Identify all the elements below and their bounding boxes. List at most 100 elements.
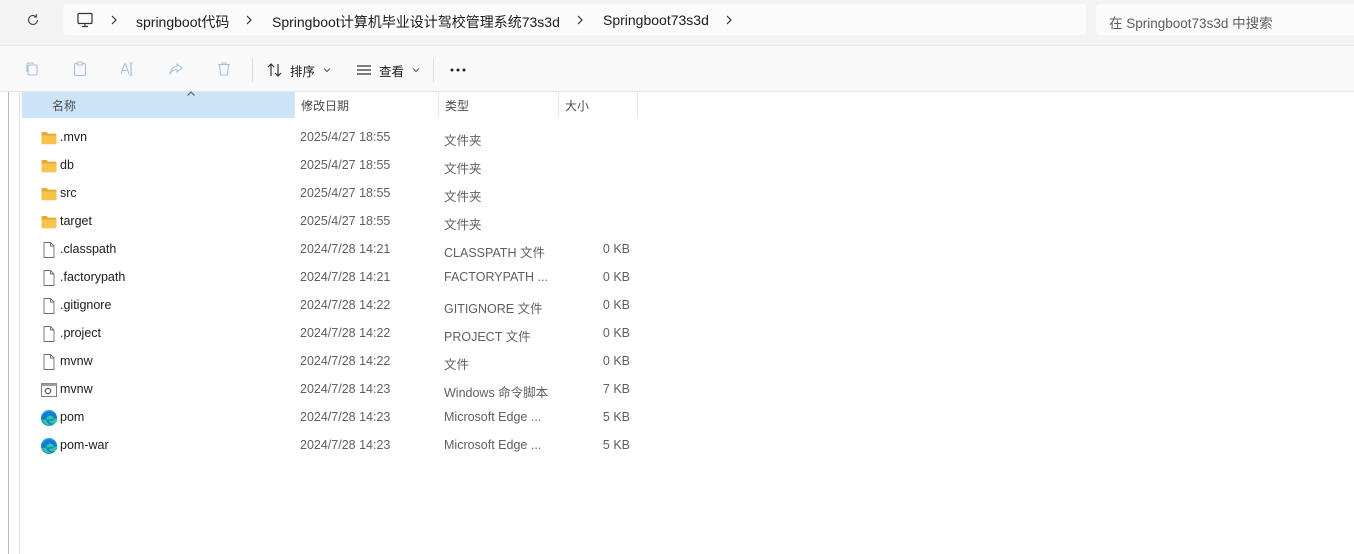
file-size: 0 KB bbox=[602, 354, 630, 368]
file-row[interactable]: .classpath 2024/7/28 14:21 CLASSPATH 文件 0 K… bbox=[22, 235, 642, 263]
file-row[interactable]: src 2025/4/27 18:55 文件夹 bbox=[22, 179, 642, 207]
chevron-down-icon bbox=[323, 68, 331, 73]
paste-icon[interactable] bbox=[71, 60, 89, 78]
file-row[interactable]: .project 2024/7/28 14:22 PROJECT 文件 0 KB bbox=[22, 319, 642, 347]
file-date: 2024/7/28 14:23 bbox=[300, 382, 391, 396]
file-name: mvnw bbox=[60, 354, 93, 368]
file-size: 5 KB bbox=[602, 410, 630, 424]
column-header-date[interactable]: 修改日期 bbox=[294, 92, 438, 118]
sort-icon bbox=[267, 63, 282, 77]
file-row[interactable]: target 2025/4/27 18:55 文件夹 bbox=[22, 207, 642, 235]
file-row[interactable]: db 2025/4/27 18:55 文件夹 bbox=[22, 151, 642, 179]
file-name: pom bbox=[60, 410, 85, 424]
file-size: 5 KB bbox=[602, 438, 630, 452]
file-date: 2025/4/27 18:55 bbox=[300, 186, 391, 200]
file-icon bbox=[40, 241, 58, 259]
file-icon bbox=[40, 325, 58, 343]
file-type: Microsoft Edge ... bbox=[444, 410, 542, 424]
file-type: 文件 bbox=[444, 358, 470, 372]
file-size: 0 KB bbox=[602, 242, 630, 256]
search-input[interactable]: 在 Springboot73s3d 中搜索 bbox=[1096, 4, 1354, 35]
breadcrumb-item[interactable]: Springboot73s3d bbox=[603, 12, 709, 28]
file-name: .mvn bbox=[60, 130, 88, 144]
pane-divider[interactable] bbox=[8, 92, 9, 554]
this-pc-icon[interactable] bbox=[76, 11, 94, 29]
copy-icon[interactable] bbox=[23, 60, 41, 78]
file-row[interactable]: .factorypath 2024/7/28 14:21 FACTORYPATH .… bbox=[22, 263, 642, 291]
share-icon[interactable] bbox=[167, 60, 185, 78]
file-type: 文件夹 bbox=[444, 218, 482, 232]
chevron-right-icon[interactable] bbox=[244, 14, 254, 26]
file-row[interactable]: pom-war 2024/7/28 14:23 Microsoft Edge ...… bbox=[22, 431, 642, 459]
column-label: 大小 bbox=[565, 98, 590, 113]
file-type: 文件夹 bbox=[444, 190, 482, 204]
file-name: db bbox=[60, 158, 74, 172]
file-icon bbox=[40, 353, 58, 371]
file-icon bbox=[40, 269, 58, 287]
file-name: target bbox=[60, 214, 92, 228]
folder-icon bbox=[40, 185, 58, 203]
column-header-size[interactable]: 大小 bbox=[558, 92, 638, 118]
column-label: 名称 bbox=[52, 98, 77, 113]
view-button[interactable]: 查看 bbox=[355, 57, 420, 83]
file-name: .project bbox=[60, 326, 101, 340]
edge-icon bbox=[40, 437, 58, 455]
column-header-type[interactable]: 类型 bbox=[438, 92, 558, 118]
file-row[interactable]: pom 2024/7/28 14:23 Microsoft Edge ... 5 KB bbox=[22, 403, 642, 431]
sort-button[interactable]: 排序 bbox=[266, 57, 331, 83]
file-date: 2025/4/27 18:55 bbox=[300, 130, 391, 144]
file-row[interactable]: mvnw 2024/7/28 14:22 文件 0 KB bbox=[22, 347, 642, 375]
script-icon bbox=[40, 381, 58, 399]
file-size: 0 KB bbox=[602, 270, 630, 284]
address-bar[interactable]: springboot代码 Springboot计算机毕业设计驾校管理系统73s3… bbox=[63, 4, 1086, 35]
rename-icon[interactable] bbox=[118, 60, 136, 78]
command-bar: 排序 查看 bbox=[0, 45, 1354, 92]
address-row: springboot代码 Springboot计算机毕业设计驾校管理系统73s3… bbox=[0, 0, 1354, 40]
file-type: Microsoft Edge ... bbox=[444, 438, 542, 452]
pane-divider bbox=[19, 92, 20, 554]
folder-icon bbox=[40, 157, 58, 175]
file-icon bbox=[40, 297, 58, 315]
file-name: pom-war bbox=[60, 438, 109, 452]
file-row[interactable]: mvnw 2024/7/28 14:23 Windows 命令脚本 7 KB bbox=[22, 375, 642, 403]
file-date: 2024/7/28 14:22 bbox=[300, 298, 391, 312]
file-date: 2024/7/28 14:21 bbox=[300, 270, 391, 284]
edge-icon bbox=[40, 409, 58, 427]
file-type: CLASSPATH 文件 bbox=[444, 246, 545, 260]
breadcrumb-item[interactable]: Springboot计算机毕业设计驾校管理系统73s3d bbox=[272, 12, 560, 32]
file-name: src bbox=[60, 186, 77, 200]
file-date: 2024/7/28 14:21 bbox=[300, 242, 391, 256]
folder-icon bbox=[40, 213, 58, 231]
folder-icon bbox=[40, 129, 58, 147]
sort-ascending-icon bbox=[187, 91, 195, 96]
refresh-button[interactable] bbox=[20, 7, 46, 33]
file-size: 0 KB bbox=[602, 326, 630, 340]
column-label: 修改日期 bbox=[301, 98, 350, 113]
divider bbox=[433, 58, 434, 82]
chevron-right-icon[interactable] bbox=[575, 14, 585, 26]
delete-icon[interactable] bbox=[215, 60, 233, 78]
more-options-button[interactable] bbox=[449, 57, 467, 83]
file-name: .gitignore bbox=[60, 298, 112, 312]
file-row[interactable]: .mvn 2025/4/27 18:55 文件夹 bbox=[22, 123, 642, 151]
file-type: 文件夹 bbox=[444, 134, 482, 148]
file-size: 7 KB bbox=[602, 382, 630, 396]
sort-label: 排序 bbox=[290, 64, 316, 79]
breadcrumb-item[interactable]: springboot代码 bbox=[136, 12, 229, 32]
column-label: 类型 bbox=[445, 98, 470, 113]
refresh-icon bbox=[27, 14, 39, 26]
chevron-right-icon[interactable] bbox=[724, 14, 734, 26]
file-date: 2024/7/28 14:23 bbox=[300, 410, 391, 424]
chevron-right-icon[interactable] bbox=[109, 14, 119, 26]
file-name: .factorypath bbox=[60, 270, 126, 284]
file-date: 2025/4/27 18:55 bbox=[300, 214, 391, 228]
view-icon bbox=[357, 65, 371, 75]
file-row[interactable]: .gitignore 2024/7/28 14:22 GITIGNORE 文件 0 K… bbox=[22, 291, 642, 319]
divider bbox=[252, 58, 253, 82]
file-name: .classpath bbox=[60, 242, 117, 256]
column-header-name[interactable]: 名称 bbox=[22, 91, 313, 118]
chevron-down-icon bbox=[412, 68, 420, 73]
view-label: 查看 bbox=[379, 64, 405, 79]
file-date: 2025/4/27 18:55 bbox=[300, 158, 391, 172]
file-date: 2024/7/28 14:23 bbox=[300, 438, 391, 452]
